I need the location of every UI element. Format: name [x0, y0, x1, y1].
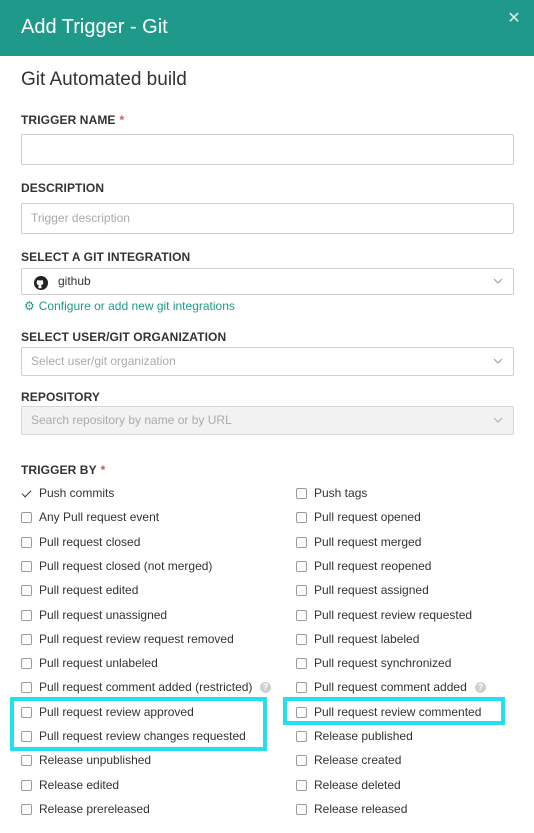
checkbox[interactable] [21, 561, 32, 572]
required-mark: * [119, 113, 125, 127]
checkbox-label: Pull request assigned [314, 583, 429, 597]
checkbox[interactable] [296, 512, 307, 523]
checkbox-label: Release released [314, 802, 408, 816]
checkbox[interactable] [296, 804, 307, 815]
checkbox-label: Push tags [314, 486, 368, 500]
checkbox[interactable] [21, 488, 32, 499]
checkbox[interactable] [21, 634, 32, 645]
chevron-down-icon [493, 278, 503, 284]
checkbox-label: Pull request unlabeled [39, 656, 158, 670]
repository-placeholder: Search repository by name or by URL [31, 413, 232, 427]
chevron-down-icon [493, 417, 503, 423]
gear-icon: ⚙ [24, 299, 35, 313]
checkbox-label: Push commits [39, 486, 115, 500]
checkbox[interactable] [296, 780, 307, 791]
checkbox[interactable] [296, 610, 307, 621]
checkbox[interactable] [21, 682, 32, 693]
checkbox-label: Pull request opened [314, 510, 421, 524]
organization-select[interactable]: Select user/git organization [21, 347, 514, 376]
dialog-header: Add Trigger - Git ✕ [0, 0, 534, 56]
description-placeholder: Trigger description [31, 211, 130, 225]
checkbox-label: Pull request synchronized [314, 656, 452, 670]
trigger-by-label: TRIGGER BY * [21, 463, 106, 477]
checkbox-label: Any Pull request event [39, 510, 160, 524]
highlight-box-left [10, 697, 267, 751]
checkbox[interactable] [296, 585, 307, 596]
checkbox-label: Release prereleased [39, 802, 150, 816]
chevron-down-icon [493, 358, 503, 364]
checkbox[interactable] [296, 537, 307, 548]
description-input[interactable]: Trigger description [21, 203, 514, 234]
close-icon[interactable]: ✕ [506, 11, 522, 27]
description-label: DESCRIPTION [21, 181, 105, 195]
trigger-name-input[interactable] [21, 134, 514, 165]
checkbox[interactable] [21, 537, 32, 548]
checkbox-label: Pull request closed [39, 535, 141, 549]
checkbox-label: Pull request comment added [314, 680, 467, 694]
section-title: Git Automated build [21, 69, 187, 90]
checkbox-label: Pull request edited [39, 583, 139, 597]
highlight-box-right [283, 697, 505, 725]
checkbox-label: Release published [314, 729, 413, 743]
git-integration-select[interactable]: github [21, 268, 514, 295]
checkbox[interactable] [296, 634, 307, 645]
checkbox[interactable] [21, 780, 32, 791]
checkbox-label: Release unpublished [39, 753, 152, 767]
checkbox[interactable] [296, 561, 307, 572]
checkbox-label: Pull request labeled [314, 632, 420, 646]
checkbox[interactable] [21, 512, 32, 523]
checkbox[interactable] [296, 658, 307, 669]
configure-git-integrations-link[interactable]: ⚙ Configure or add new git integrations [24, 299, 235, 313]
checkbox-label: Pull request comment added (restricted) [39, 680, 253, 694]
checkbox[interactable] [296, 682, 307, 693]
checkbox[interactable] [296, 488, 307, 499]
repository-label: REPOSITORY [21, 390, 101, 404]
checkbox-label: Pull request unassigned [39, 608, 168, 622]
dialog-title: Add Trigger - Git [21, 16, 168, 38]
checkbox-label: Pull request reopened [314, 559, 432, 573]
checkbox-label: Pull request merged [314, 535, 422, 549]
checkbox-label: Release edited [39, 778, 120, 792]
git-integration-value: github [58, 274, 91, 288]
checkbox-label: Release created [314, 753, 402, 767]
repository-select[interactable]: Search repository by name or by URL [21, 406, 514, 435]
checkbox[interactable] [296, 755, 307, 766]
trigger-name-label: TRIGGER NAME * [21, 113, 125, 127]
help-icon[interactable]: ? [260, 682, 271, 693]
checkbox[interactable] [21, 755, 32, 766]
github-icon [34, 276, 48, 290]
help-icon[interactable]: ? [475, 682, 486, 693]
checkbox-label: Pull request closed (not merged) [39, 559, 213, 573]
checkbox[interactable] [21, 804, 32, 815]
git-integration-label: SELECT A GIT INTEGRATION [21, 250, 191, 264]
organization-label: SELECT USER/GIT ORGANIZATION [21, 330, 227, 344]
organization-placeholder: Select user/git organization [31, 354, 176, 368]
checkbox-label: Release deleted [314, 778, 401, 792]
checkbox[interactable] [21, 658, 32, 669]
checkbox-label: Pull request review request removed [39, 632, 234, 646]
checkbox[interactable] [21, 610, 32, 621]
required-mark: * [100, 463, 106, 477]
checkbox[interactable] [296, 731, 307, 742]
checkbox[interactable] [21, 585, 32, 596]
checkbox-label: Pull request review requested [314, 608, 473, 622]
